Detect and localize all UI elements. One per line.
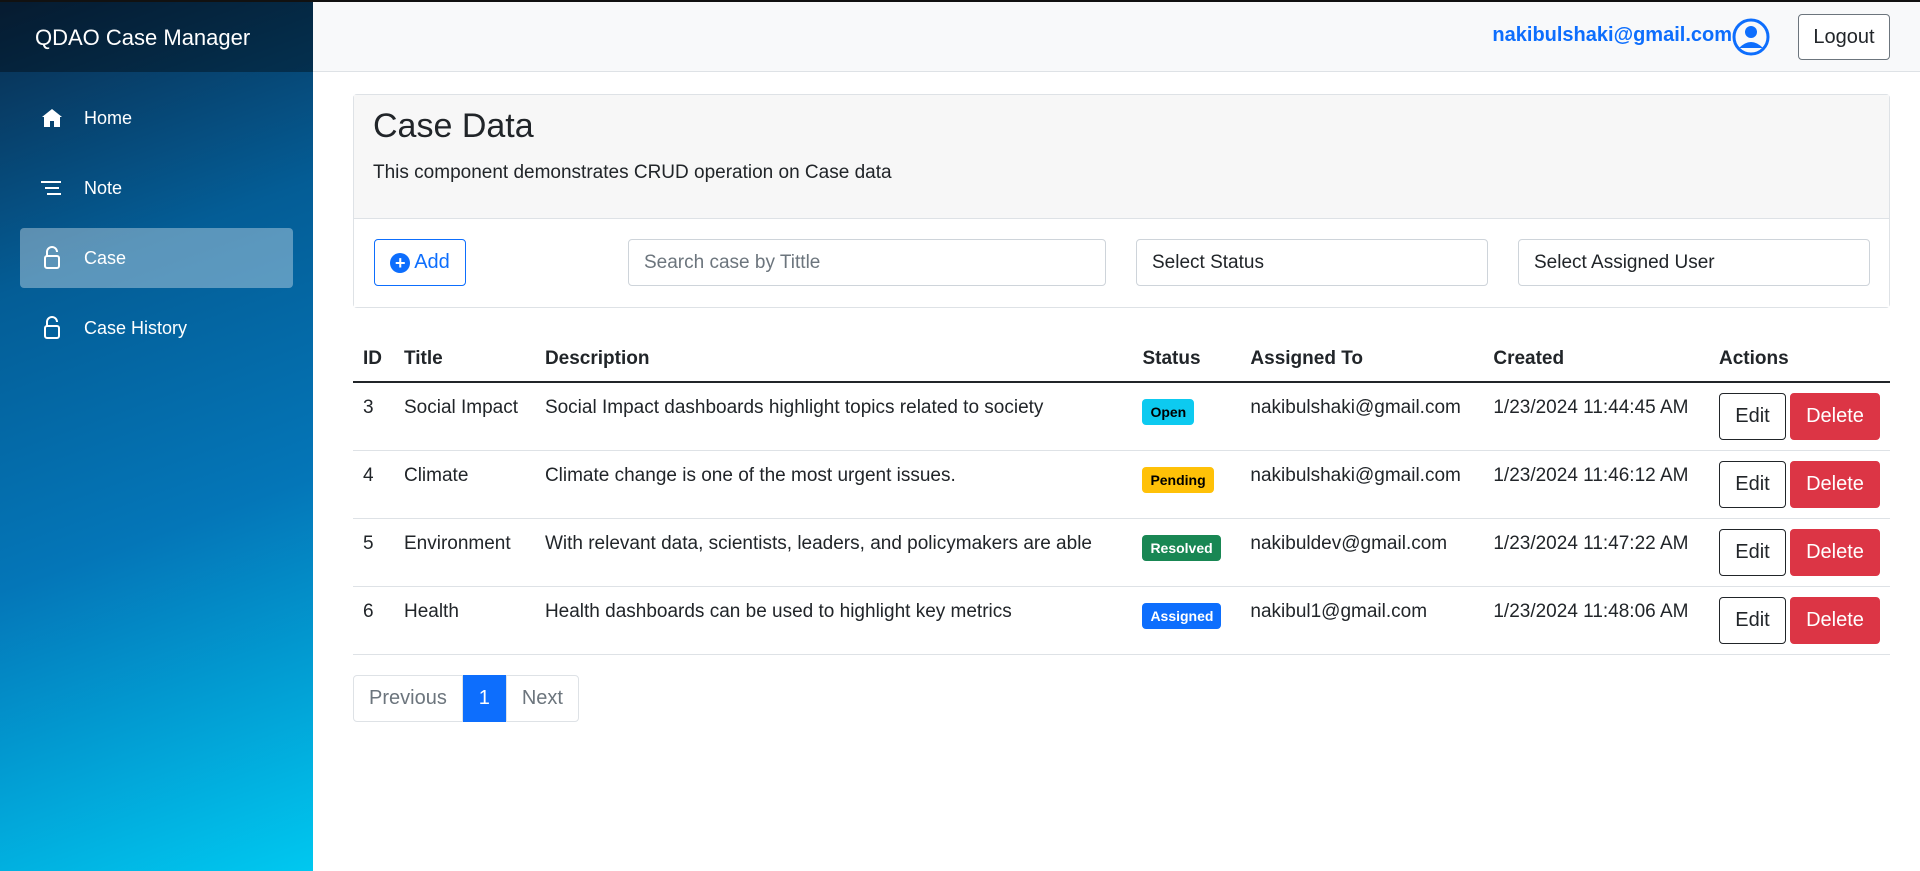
cell-title: Health <box>393 586 535 655</box>
sidebar-item-label: Home <box>84 107 133 128</box>
page-subtitle: This component demonstrates CRUD operati… <box>373 162 892 183</box>
table-row: 4 Climate Climate change is one of the m… <box>353 450 1890 519</box>
cell-actions: Edit Delete <box>1709 450 1890 519</box>
cell-actions: Edit Delete <box>1709 518 1890 587</box>
column-header-created[interactable]: Created <box>1483 336 1709 383</box>
edit-button[interactable]: Edit <box>1719 460 1786 508</box>
sidebar-item-note[interactable]: Note <box>20 158 293 218</box>
sidebar-item-case[interactable]: Case <box>20 228 293 288</box>
search-input[interactable] <box>628 239 1106 286</box>
table-row: 5 Environment With relevant data, scient… <box>353 518 1890 587</box>
sidebar-item-case-history[interactable]: Case History <box>20 298 293 358</box>
cell-title: Environment <box>393 518 535 587</box>
cell-title: Climate <box>393 450 535 519</box>
delete-button[interactable]: Delete <box>1790 596 1880 644</box>
sidebar-item-home[interactable]: Home <box>20 88 293 148</box>
pagination: Previous 1 Next <box>353 674 1890 722</box>
status-badge: Open <box>1142 399 1195 425</box>
cell-status: Resolved <box>1132 518 1241 587</box>
lines-icon <box>40 176 64 200</box>
cell-assigned-to: nakibulshaki@gmail.com <box>1240 450 1484 519</box>
cell-assigned-to: nakibuldev@gmail.com <box>1240 518 1484 587</box>
cell-assigned-to: nakibul1@gmail.com <box>1240 586 1484 655</box>
plus-circle-icon: + <box>390 252 411 273</box>
column-header-id[interactable]: ID <box>353 336 394 383</box>
cell-created: 1/23/2024 11:44:45 AM <box>1483 382 1709 451</box>
toolbar: + Add Select Status Select Assigned User <box>354 219 1889 307</box>
pagination-previous[interactable]: Previous <box>353 674 463 722</box>
user-avatar-icon[interactable] <box>1732 18 1770 56</box>
edit-button[interactable]: Edit <box>1719 528 1786 576</box>
topbar: nakibulshaki@gmail.com Logout <box>313 0 1920 72</box>
cell-description: With relevant data, scientists, leaders,… <box>534 518 1133 587</box>
sidebar: QDAO Case Manager Home Note Case Case Hi… <box>0 0 313 871</box>
add-button-label: Add <box>414 251 450 273</box>
sidebar-nav: Home Note Case Case History <box>0 72 313 358</box>
cell-id: 3 <box>353 382 394 451</box>
pagination-page-1[interactable]: 1 <box>462 674 506 722</box>
table-header-row: ID Title Description Status Assigned To … <box>353 336 1890 383</box>
cell-description: Health dashboards can be used to highlig… <box>534 586 1133 655</box>
cell-created: 1/23/2024 11:47:22 AM <box>1483 518 1709 587</box>
status-badge: Pending <box>1142 466 1214 493</box>
cell-status: Open <box>1132 382 1241 451</box>
column-header-actions: Actions <box>1709 336 1890 383</box>
app-brand: QDAO Case Manager <box>0 0 313 72</box>
status-badge: Assigned <box>1142 602 1222 629</box>
cell-id: 5 <box>353 518 394 587</box>
cell-id: 4 <box>353 450 394 519</box>
user-email[interactable]: nakibulshaki@gmail.com <box>1492 24 1732 47</box>
lock-icon <box>40 316 64 340</box>
card-header: Case Data This component demonstrates CR… <box>354 95 1889 219</box>
table-row: 6 Health Health dashboards can be used t… <box>353 586 1890 655</box>
delete-button[interactable]: Delete <box>1790 460 1880 508</box>
table-row: 3 Social Impact Social Impact dashboards… <box>353 382 1890 451</box>
edit-button[interactable]: Edit <box>1719 596 1786 644</box>
sidebar-item-label: Note <box>84 177 123 198</box>
page-title: Case Data <box>373 107 534 145</box>
sidebar-item-label: Case History <box>84 317 188 338</box>
status-select[interactable]: Select Status <box>1136 239 1488 286</box>
column-header-title[interactable]: Title <box>393 336 535 383</box>
case-card: Case Data This component demonstrates CR… <box>353 94 1890 308</box>
lock-icon <box>40 246 64 270</box>
delete-button[interactable]: Delete <box>1790 393 1880 440</box>
case-table: ID Title Description Status Assigned To … <box>353 336 1890 655</box>
cell-id: 6 <box>353 586 394 655</box>
cell-status: Assigned <box>1132 586 1241 655</box>
sidebar-item-label: Case <box>84 247 127 268</box>
pagination-next[interactable]: Next <box>505 674 579 722</box>
status-badge: Resolved <box>1142 534 1221 561</box>
cell-assigned-to: nakibulshaki@gmail.com <box>1240 382 1484 451</box>
cell-actions: Edit Delete <box>1709 382 1890 451</box>
cell-actions: Edit Delete <box>1709 586 1890 655</box>
column-header-status[interactable]: Status <box>1132 336 1241 383</box>
cell-created: 1/23/2024 11:48:06 AM <box>1483 586 1709 655</box>
column-header-description[interactable]: Description <box>534 336 1133 383</box>
home-icon <box>40 106 64 130</box>
delete-button[interactable]: Delete <box>1790 528 1880 576</box>
cell-description: Climate change is one of the most urgent… <box>534 450 1133 519</box>
main-content: Case Data This component demonstrates CR… <box>353 94 1890 722</box>
assigned-user-select[interactable]: Select Assigned User <box>1518 239 1870 286</box>
add-button[interactable]: + Add <box>374 239 466 286</box>
cell-title: Social Impact <box>393 382 535 451</box>
column-header-assigned-to[interactable]: Assigned To <box>1240 336 1484 383</box>
cell-description: Social Impact dashboards highlight topic… <box>534 382 1133 451</box>
cell-status: Pending <box>1132 450 1241 519</box>
logout-button[interactable]: Logout <box>1798 14 1890 60</box>
edit-button[interactable]: Edit <box>1719 393 1786 440</box>
cell-created: 1/23/2024 11:46:12 AM <box>1483 450 1709 519</box>
